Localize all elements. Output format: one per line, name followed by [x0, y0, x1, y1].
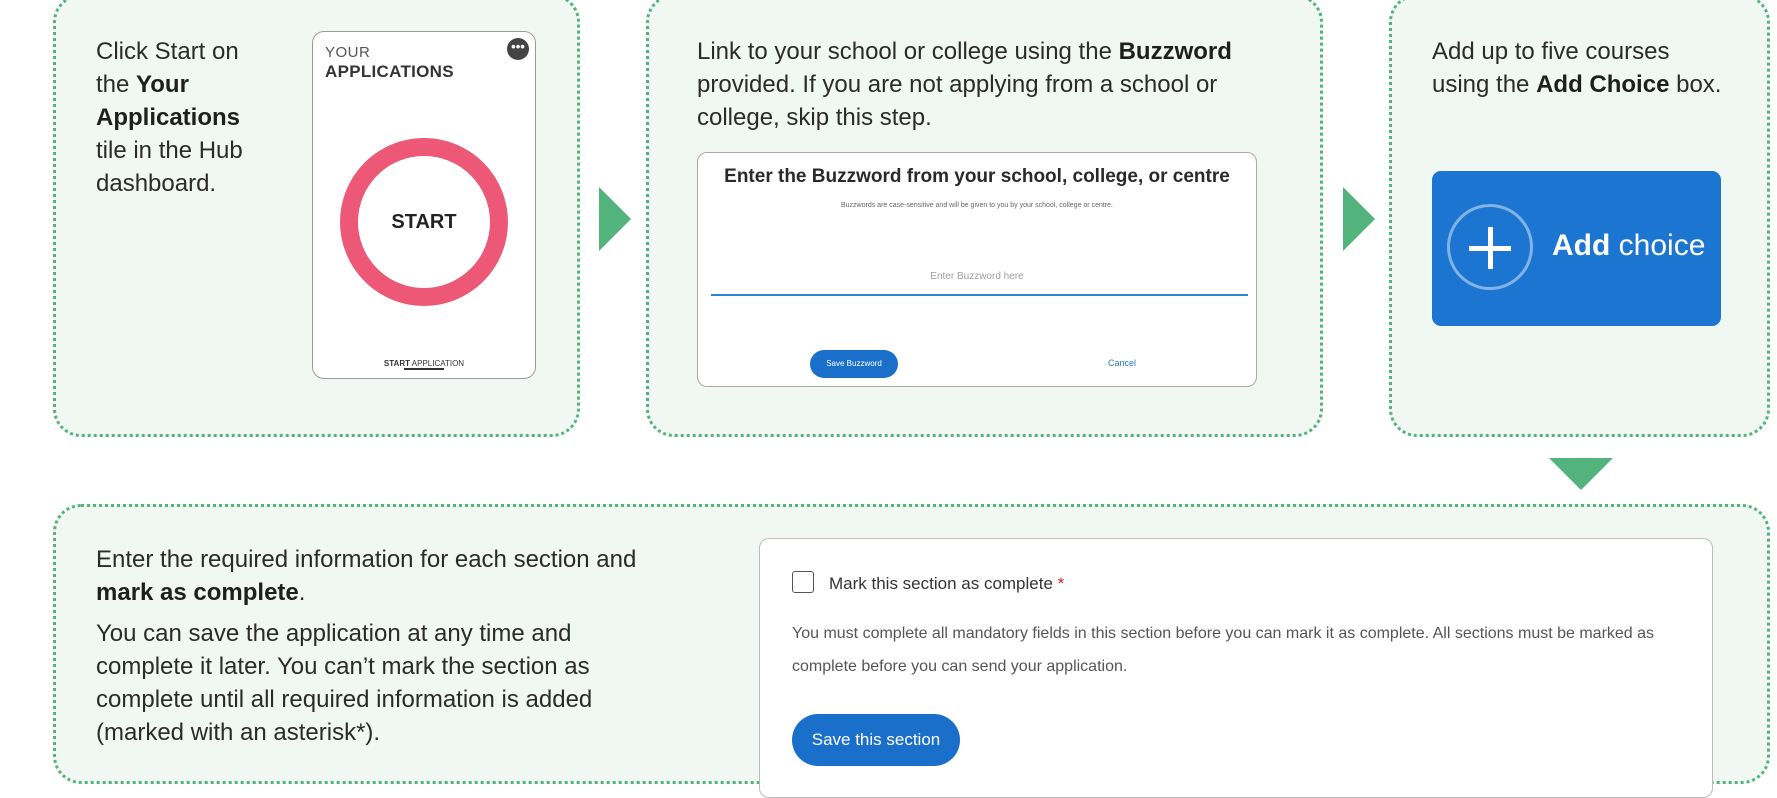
- step-2-panel: Link to your school or college using the…: [646, 0, 1323, 437]
- tile-label-small: YOUR: [325, 44, 371, 61]
- start-application-link[interactable]: START APPLICATION: [313, 359, 535, 368]
- add-choice-label: Add choice: [1552, 229, 1706, 262]
- step-3-panel: Add up to five courses using the Add Cho…: [1389, 0, 1770, 437]
- step-1-panel: Click Start on the Your Applications til…: [53, 0, 580, 437]
- save-section-button[interactable]: Save this section: [792, 714, 960, 766]
- arrow-down-icon: [1549, 458, 1613, 490]
- start-label: START: [391, 210, 457, 233]
- step-4-save-note: You can save the application at any time…: [96, 620, 593, 746]
- add-choice-button[interactable]: Add choice: [1432, 171, 1721, 326]
- buzzword-input-underline: [711, 294, 1248, 296]
- cancel-button[interactable]: Cancel: [1108, 358, 1136, 368]
- mandatory-fields-note: You must complete all mandatory fields i…: [792, 625, 1655, 675]
- buzzword-form-subtitle: Buzzwords are case-sensitive and will be…: [841, 202, 1113, 209]
- mark-complete-label[interactable]: Mark this section as complete *: [829, 574, 1064, 594]
- arrow-right-icon: [599, 187, 631, 251]
- your-applications-tile[interactable]: YOUR APPLICATIONS ••• START START APPLIC…: [312, 31, 536, 379]
- arrow-right-icon: [1343, 187, 1375, 251]
- step-4-instructions: Enter the required information for each …: [96, 546, 637, 606]
- more-icon[interactable]: •••: [507, 38, 529, 60]
- step-4-panel: Enter the required information for each …: [53, 504, 1770, 798]
- buzzword-form: Enter the Buzzword from your school, col…: [697, 152, 1257, 387]
- tile-label-title: APPLICATIONS: [325, 62, 454, 81]
- required-asterisk: *: [1057, 574, 1065, 593]
- plus-icon: [1447, 204, 1533, 290]
- step-2-instructions: Link to your school or college using the…: [697, 38, 1232, 131]
- buzzword-form-title: Enter the Buzzword from your school, col…: [724, 166, 1230, 187]
- section-complete-card: Mark this section as complete * You must…: [759, 538, 1713, 798]
- step-3-instructions: Add up to five courses using the Add Cho…: [1432, 38, 1722, 98]
- start-ring-button[interactable]: START: [340, 138, 508, 306]
- buzzword-input[interactable]: Enter Buzzword here: [698, 271, 1256, 282]
- start-application-underline: [404, 368, 444, 370]
- save-buzzword-button[interactable]: Save Buzzword: [810, 350, 898, 378]
- mark-complete-checkbox[interactable]: [792, 571, 814, 593]
- step-1-instructions: Click Start on the Your Applications til…: [96, 38, 243, 197]
